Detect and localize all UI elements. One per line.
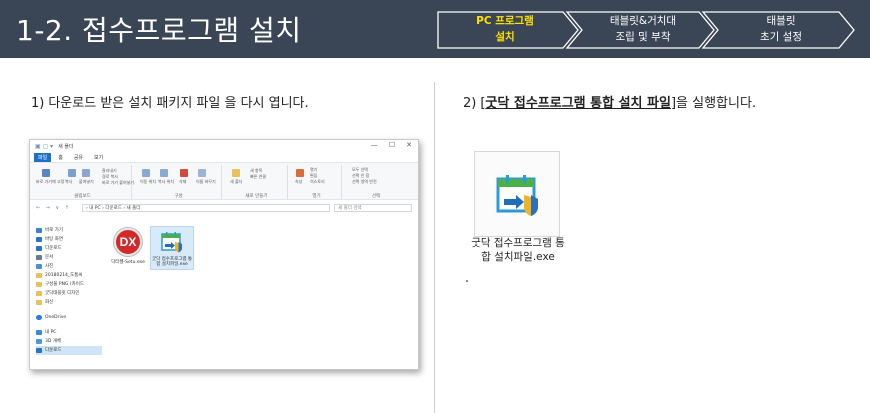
nav-item-downloads-selected[interactable]: 다운로드: [36, 346, 102, 355]
explorer-address-row: ← → ∨ ↑ › 내 PC › 다운로드 › 새 폴더 새 폴더 검색: [30, 202, 418, 213]
nav-item-desktop[interactable]: 바탕 화면: [36, 235, 102, 244]
file-label: 닥터헬-Setu.exe: [111, 260, 145, 265]
right-instruction: 2) [굿닥 접수프로그램 통합 설치 파일]을 실행합니다.: [463, 96, 757, 111]
step-tablet-setup: 태블릿 초기 설정: [760, 15, 802, 43]
installer-file-icon[interactable]: [474, 151, 560, 237]
dx-app-icon: DX: [114, 228, 142, 256]
header-bar: 1-2. 접수프로그램 설치 PC 프로그램 설치 태블릿&거치대 조립 및 부…: [0, 0, 870, 58]
paste-icon: [82, 169, 90, 177]
folder-icon: [36, 273, 42, 278]
nav-arrows[interactable]: ← → ∨ ↑: [36, 205, 71, 211]
nav-item-this-pc[interactable]: 내 PC: [36, 328, 102, 337]
step-pc-program: PC 프로그램 설치: [476, 15, 534, 43]
search-box[interactable]: 새 폴더 검색: [334, 203, 412, 212]
file-label: 굿닥 접수프로그램 통합 설치파일.exe: [151, 257, 193, 267]
step-indicator: PC 프로그램 설치 태블릿&거치대 조립 및 부착 태블릿 초기 설정: [437, 11, 855, 49]
copy-icon: [68, 169, 76, 177]
ribbon-group-open: 속성 열기 편집 히스토리 열기: [292, 165, 342, 199]
desktop-icon: [36, 237, 42, 242]
nav-item-3d-objects[interactable]: 3D 개체: [36, 337, 102, 346]
rename-icon: [198, 169, 206, 177]
folder-icon: [36, 291, 42, 296]
pin-icon: [42, 169, 50, 177]
computer-icon: [36, 330, 42, 335]
maximize-button[interactable]: ☐: [389, 141, 395, 149]
tab-share[interactable]: 공유: [70, 153, 87, 162]
step-tablet-mount: 태블릿&거치대 조립 및 부착: [609, 15, 677, 43]
folder-icon: [36, 282, 42, 287]
installer-file-label: 굿닥 접수프로그램 통합 설치파일.exe: [471, 237, 565, 263]
new-folder-icon: [232, 169, 240, 177]
file-item-goodoc-installer[interactable]: 굿닥 접수프로그램 통합 설치파일.exe: [150, 226, 194, 270]
installer-calendar-icon: [496, 175, 538, 216]
nav-item-folder-1[interactable]: 20180214_도톰씨: [36, 271, 102, 280]
explorer-ribbon: 바로 가기에 고정 복사 붙여넣기 잘라내기 경로 복사 바로 가기 붙여넣기 …: [30, 162, 418, 200]
navigation-pane: 바로 가기 바탕 화면 다운로드 문서 사진 20180214_도톰씨 구성물 …: [36, 226, 102, 355]
star-icon: [36, 228, 42, 233]
installer-calendar-icon: [161, 232, 182, 253]
close-button[interactable]: ✕: [406, 141, 412, 149]
download-icon: [36, 348, 42, 353]
ribbon-group-select: 모두 선택 선택 안 함 선택 영역 반전 선택: [352, 167, 381, 199]
cube-icon: [36, 339, 42, 344]
picture-icon: [36, 264, 42, 269]
cloud-icon: [36, 315, 42, 320]
ribbon-group-new: 새 폴더 새 항목 빠른 연결 새로 만들기: [226, 165, 288, 199]
window-controls: — ☐ ✕: [371, 141, 412, 149]
ribbon-group-organize: 이동 위치 복사 위치 삭제 이름 바꾸기 구성: [136, 165, 222, 199]
nav-item-onedrive[interactable]: OneDrive: [36, 313, 102, 322]
tab-home[interactable]: 홈: [54, 153, 67, 162]
left-instruction: 1) 다운로드 받은 설치 패키지 파일 을 다시 엽니다.: [31, 96, 309, 111]
quick-access-toolbar-icon: ▣ ▢ ▾: [35, 142, 54, 150]
page-title: 1-2. 접수프로그램 설치: [16, 14, 302, 47]
stray-dot: [466, 280, 468, 282]
nav-item-quick-access[interactable]: 바로 가기: [36, 226, 102, 235]
download-icon: [36, 246, 42, 251]
properties-icon: [296, 169, 304, 177]
column-divider: [434, 82, 435, 413]
nav-item-folder-3[interactable]: 굿닥태블릿 디자인: [36, 289, 102, 298]
ribbon-group-clipboard: 바로 가기에 고정 복사 붙여넣기 잘라내기 경로 복사 바로 가기 붙여넣기 …: [34, 165, 134, 199]
installer-file-name: 굿닥 접수프로그램 통합 설치 파일: [485, 96, 671, 111]
file-explorer-window: ▣ ▢ ▾ 새 폴더 — ☐ ✕ 파일 홈 공유 보기 바로 가기에 고정 복사…: [29, 139, 419, 370]
nav-item-pictures[interactable]: 사진: [36, 262, 102, 271]
address-bar[interactable]: › 내 PC › 다운로드 › 새 폴더: [82, 203, 330, 212]
document-icon: [36, 255, 42, 260]
minimize-button[interactable]: —: [371, 141, 378, 149]
nav-item-downloads[interactable]: 다운로드: [36, 244, 102, 253]
folder-icon: [36, 300, 42, 305]
nav-item-folder-4[interactable]: 화신: [36, 298, 102, 307]
explorer-ribbon-tabs: 파일 홈 공유 보기: [30, 152, 418, 162]
explorer-titlebar: ▣ ▢ ▾ 새 폴더 — ☐ ✕: [30, 140, 418, 152]
explorer-window-title: 새 폴더: [58, 143, 74, 150]
nav-item-documents[interactable]: 문서: [36, 253, 102, 262]
tab-view[interactable]: 보기: [90, 153, 107, 162]
file-item-dx-setup[interactable]: DX 닥터헬-Setu.exe: [106, 228, 150, 265]
nav-item-folder-2[interactable]: 구성물 PNG (카이드: [36, 280, 102, 289]
tab-file[interactable]: 파일: [34, 152, 52, 162]
delete-icon: [180, 169, 188, 177]
move-to-icon: [142, 169, 150, 177]
copy-to-icon: [160, 169, 168, 177]
